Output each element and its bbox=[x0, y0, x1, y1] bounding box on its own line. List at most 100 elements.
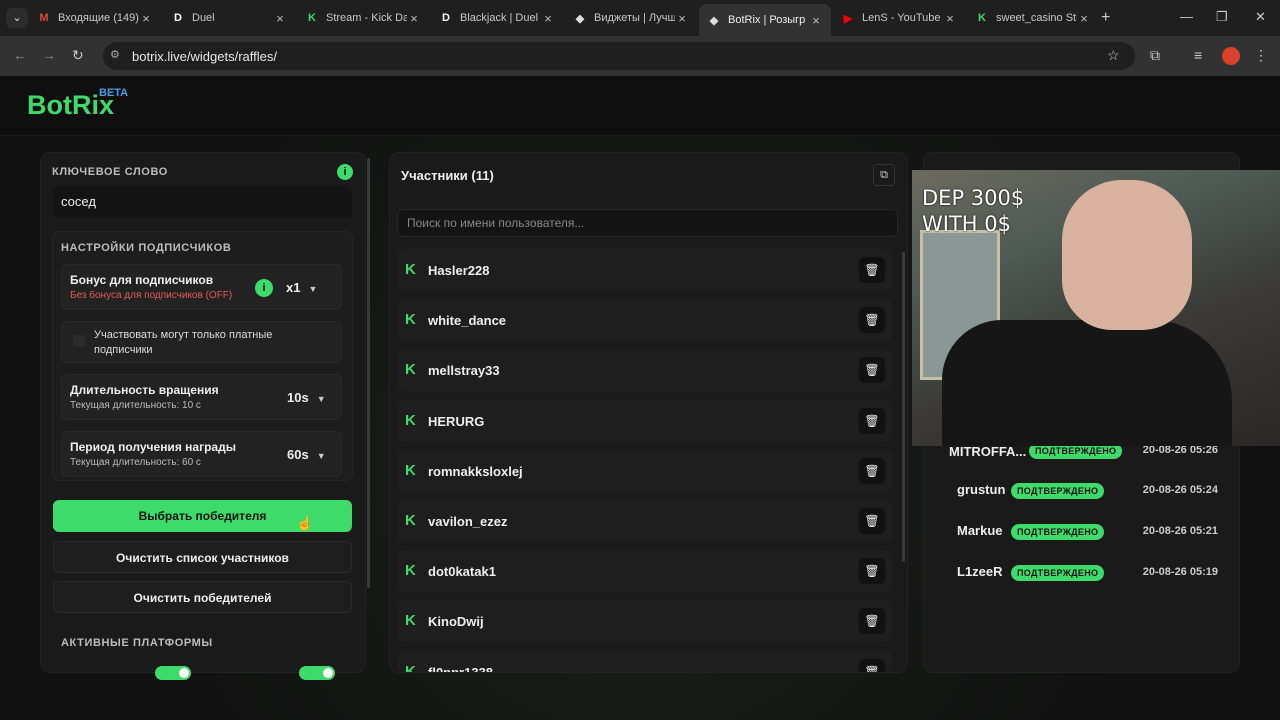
close-window-icon[interactable]: ✕ bbox=[1255, 9, 1266, 25]
tab-title: sweet_casino Str bbox=[996, 12, 1077, 24]
extensions-icon[interactable]: ⧉ bbox=[1150, 47, 1160, 64]
participant-name: Hasler228 bbox=[428, 263, 490, 278]
delete-participant-button[interactable]: 🗑 bbox=[859, 357, 885, 384]
tab-title: Duel bbox=[192, 12, 215, 24]
participant-name: HERURG bbox=[428, 413, 485, 429]
tab-3[interactable]: D Blackjack | Duel × bbox=[431, 4, 563, 32]
keyword-input[interactable]: сосед bbox=[53, 186, 352, 218]
winner-name: grustun bbox=[957, 482, 1006, 497]
winner-date: 20-08-26 05:24 bbox=[1142, 484, 1218, 496]
kick-icon: K bbox=[405, 411, 416, 429]
info-icon[interactable]: i bbox=[337, 164, 353, 180]
participant-row[interactable]: Kfl0ppr1338 🗑 bbox=[397, 650, 892, 672]
reload-icon[interactable]: ↻ bbox=[72, 47, 84, 64]
kick-platform-toggle[interactable] bbox=[155, 666, 191, 680]
kick-icon: K bbox=[405, 461, 416, 479]
close-tab-icon[interactable]: × bbox=[809, 13, 823, 28]
close-tab-icon[interactable]: × bbox=[675, 11, 689, 26]
participant-search-input[interactable]: Поиск по имени пользователя... bbox=[397, 209, 898, 237]
mouse-cursor-icon: ☝ bbox=[296, 515, 314, 531]
kick-icon: K bbox=[405, 612, 416, 630]
clear-winners-button[interactable]: Очистить победителей bbox=[53, 581, 352, 613]
close-tab-icon[interactable]: × bbox=[407, 11, 421, 26]
close-tab-icon[interactable]: × bbox=[541, 11, 555, 26]
twitch-platform-toggle[interactable] bbox=[299, 666, 335, 680]
close-tab-icon[interactable]: × bbox=[943, 11, 957, 26]
settings-scrollbar[interactable] bbox=[367, 158, 370, 588]
url-text[interactable]: botrix.live/widgets/raffles/ bbox=[132, 49, 277, 64]
chevron-down-icon: ▼ bbox=[308, 284, 318, 294]
profile-avatar[interactable] bbox=[1222, 47, 1240, 65]
participants-scrollbar[interactable] bbox=[902, 252, 905, 562]
back-icon[interactable]: ← bbox=[13, 47, 27, 63]
participant-name: mellstray33 bbox=[428, 363, 500, 379]
tab-6[interactable]: ▶ LenS - YouTube × bbox=[833, 4, 965, 32]
participant-name: fl0ppr1338 bbox=[428, 665, 493, 672]
overlay-deposit-text: DEP 300$ bbox=[922, 186, 1025, 210]
tab-1[interactable]: D Duel × bbox=[163, 4, 295, 32]
tab-5[interactable]: ◆ BotRix | Розыгр × bbox=[699, 4, 831, 36]
spin-duration-select[interactable]: 10s ▼ bbox=[287, 390, 326, 405]
participant-row[interactable]: K Hasler228 🗑 bbox=[397, 249, 892, 291]
delete-participant-button[interactable]: 🗑 bbox=[859, 658, 885, 672]
delete-participant-button[interactable]: 🗑 bbox=[859, 457, 885, 484]
close-tab-icon[interactable]: × bbox=[139, 11, 153, 26]
close-tab-icon[interactable]: × bbox=[1077, 11, 1091, 26]
reading-list-icon[interactable]: ≡ bbox=[1194, 47, 1202, 63]
close-tab-icon[interactable]: × bbox=[273, 11, 287, 26]
tab-title: Blackjack | Duel bbox=[460, 12, 539, 24]
confirmed-badge: ПОДТВЕРЖДЕНО bbox=[1011, 565, 1105, 581]
delete-participant-button[interactable]: 🗑 bbox=[859, 608, 885, 635]
winner-row: Markue ПОДТВЕРЖДЕНО 20-08-26 05:21 bbox=[942, 515, 1228, 549]
kick-icon: K bbox=[405, 662, 416, 672]
bonus-select[interactable]: x1 ▼ bbox=[286, 280, 317, 295]
paid-only-checkbox[interactable] bbox=[73, 335, 85, 347]
new-tab-button[interactable]: + bbox=[1101, 9, 1110, 27]
participants-title: Участники (11) bbox=[401, 168, 494, 183]
bonus-info-icon[interactable]: i bbox=[255, 279, 273, 297]
participant-row[interactable]: Kwhite_dance 🗑 bbox=[397, 299, 892, 342]
claim-period-select[interactable]: 60s ▼ bbox=[287, 447, 326, 462]
delete-participant-button[interactable]: 🗑 bbox=[859, 307, 885, 334]
delete-participant-button[interactable]: 🗑 bbox=[859, 508, 885, 534]
kick-icon: K bbox=[405, 562, 416, 580]
clear-participants-button[interactable]: Очистить список участников bbox=[53, 541, 352, 573]
spin-duration-subtitle: Текущая длительность: 10 с bbox=[70, 400, 201, 411]
site-info-icon[interactable]: ⚙ bbox=[110, 48, 120, 61]
webcam-overlay: DEP 300$ WITH 0$ bbox=[912, 170, 1280, 446]
minimize-icon[interactable]: — bbox=[1180, 9, 1193, 24]
kick-icon: K bbox=[405, 311, 416, 329]
tab-4[interactable]: ◆ Виджеты | Лучш × bbox=[565, 4, 697, 32]
bonus-value: x1 bbox=[286, 280, 301, 295]
participant-row[interactable]: Kvavilon_ezez 🗑 bbox=[397, 500, 892, 542]
tab-2[interactable]: K Stream - Kick Da × bbox=[297, 4, 429, 32]
bookmark-star-icon[interactable]: ☆ bbox=[1107, 47, 1120, 64]
delete-participant-button[interactable]: 🗑 bbox=[859, 558, 885, 585]
bonus-subtitle: Без бонуса для подписчиков (OFF) bbox=[70, 290, 233, 301]
forward-icon[interactable]: → bbox=[42, 47, 56, 63]
webcam-person-face bbox=[1062, 180, 1192, 330]
kick-icon: K bbox=[405, 361, 416, 379]
tab-7[interactable]: Ksweet_casino Str × bbox=[967, 4, 1099, 32]
claim-period-value: 60s bbox=[287, 447, 309, 462]
spin-duration-title: Длительность вращения bbox=[70, 383, 219, 397]
delete-participant-button[interactable]: 🗑 bbox=[859, 407, 885, 434]
tab-title: Stream - Kick Da bbox=[326, 12, 407, 24]
participant-row[interactable]: K HERURG 🗑 bbox=[397, 399, 892, 442]
participant-row[interactable]: Kmellstray33 🗑 bbox=[397, 349, 892, 392]
tab-0[interactable]: M Входящие (149) × bbox=[29, 4, 161, 32]
delete-participant-button[interactable]: 🗑 bbox=[859, 257, 885, 283]
chevron-down-icon: ▼ bbox=[316, 394, 326, 404]
winner-name: Markue bbox=[957, 523, 1003, 538]
copy-icon[interactable]: ⧉ bbox=[873, 164, 895, 186]
menu-icon[interactable]: ⋮ bbox=[1254, 47, 1268, 64]
maximize-icon[interactable]: ❐ bbox=[1216, 9, 1228, 25]
winner-name: MITROFFA... bbox=[949, 444, 1027, 459]
participant-row[interactable]: Kdot0katak1 🗑 bbox=[397, 550, 892, 593]
participant-row[interactable]: K KinoDwij 🗑 bbox=[397, 600, 892, 643]
tab-title: Виджеты | Лучш bbox=[594, 12, 675, 24]
participant-name: vavilon_ezez bbox=[428, 514, 508, 529]
participant-row[interactable]: Kromnakksloxlej 🗑 bbox=[397, 449, 892, 492]
webcam-person-body bbox=[942, 320, 1232, 446]
tab-search-button[interactable]: ⌄ bbox=[6, 8, 28, 28]
